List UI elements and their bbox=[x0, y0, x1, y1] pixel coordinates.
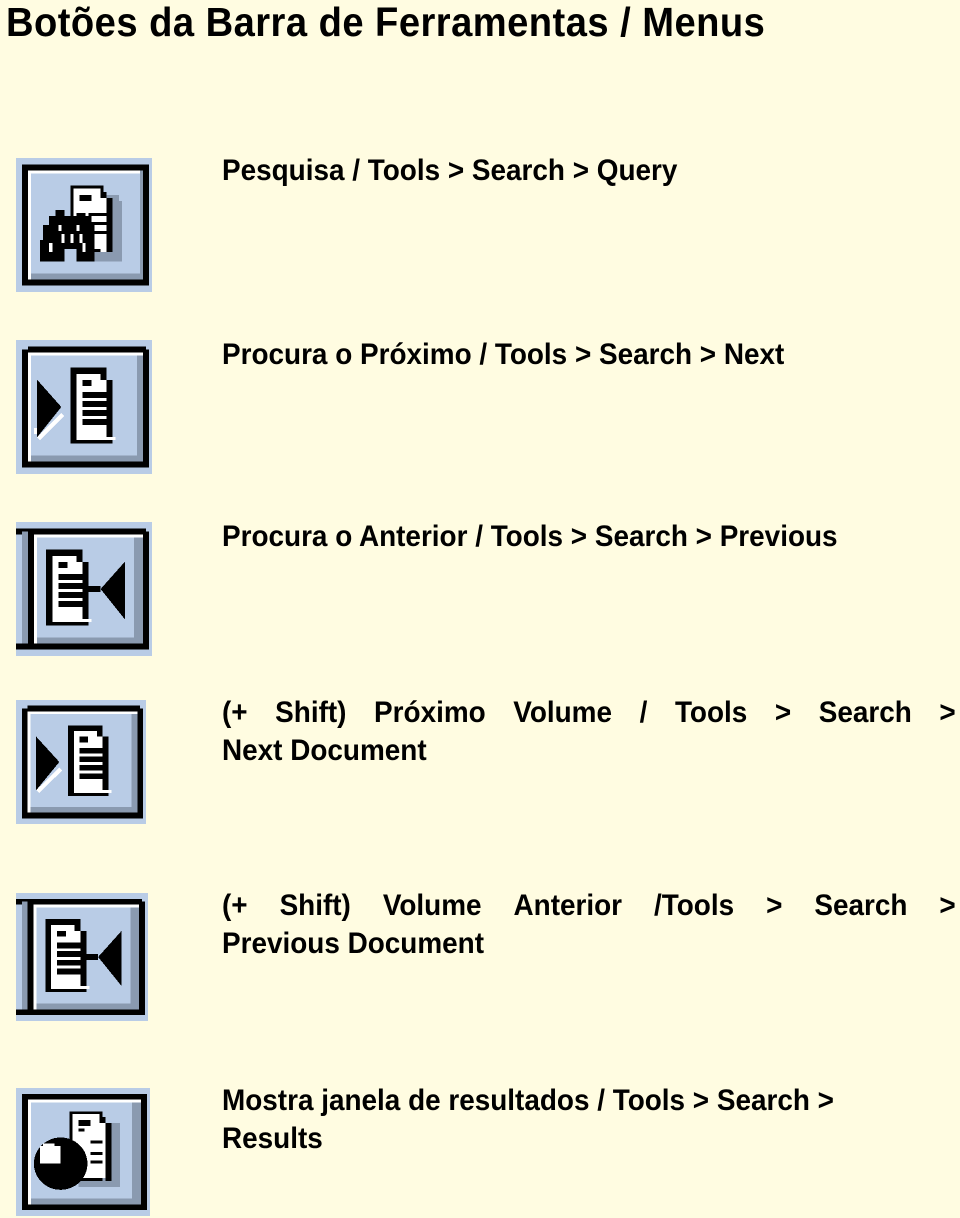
document-previous-arrow-icon bbox=[16, 522, 152, 656]
next-arrow-document-icon bbox=[16, 340, 152, 474]
next-description: Procura o Próximo / Tools > Search > Nex… bbox=[222, 336, 905, 374]
page-title: Botões da Barra de Ferramentas / Menus bbox=[6, 0, 766, 45]
previous-document-description: (+ Shift) Volume Anterior /Tools > Searc… bbox=[222, 887, 956, 963]
description-line: Mostra janela de resultados / Tools > Se… bbox=[222, 1084, 834, 1117]
description-line: (+ Shift) Próximo Volume / Tools > Searc… bbox=[222, 696, 956, 729]
document-previous-arrow-icon bbox=[16, 893, 148, 1021]
previous-document-button[interactable] bbox=[16, 893, 148, 1021]
previous-description: Procura o Anterior / Tools > Search > Pr… bbox=[222, 518, 905, 556]
next-document-button[interactable] bbox=[16, 700, 146, 824]
binoculars-document-icon bbox=[16, 158, 152, 292]
results-window-icon bbox=[16, 1088, 150, 1216]
description-line: Procura o Anterior / Tools > Search > Pr… bbox=[222, 520, 838, 553]
next-document-description: (+ Shift) Próximo Volume / Tools > Searc… bbox=[222, 694, 956, 770]
query-description: Pesquisa / Tools > Search > Query bbox=[222, 152, 905, 190]
results-button[interactable] bbox=[16, 1088, 150, 1216]
search-previous-button[interactable] bbox=[16, 522, 152, 656]
description-line: Previous Document bbox=[222, 927, 485, 960]
query-button[interactable] bbox=[16, 158, 152, 292]
description-line: (+ Shift) Volume Anterior /Tools > Searc… bbox=[222, 889, 956, 922]
results-description: Mostra janela de resultados / Tools > Se… bbox=[222, 1082, 905, 1158]
search-next-button[interactable] bbox=[16, 340, 152, 474]
description-line: Procura o Próximo / Tools > Search > Nex… bbox=[222, 338, 785, 371]
description-line: Results bbox=[222, 1122, 323, 1155]
description-line: Pesquisa / Tools > Search > Query bbox=[222, 154, 678, 187]
next-arrow-document-icon bbox=[16, 700, 146, 824]
description-line: Next Document bbox=[222, 734, 427, 767]
